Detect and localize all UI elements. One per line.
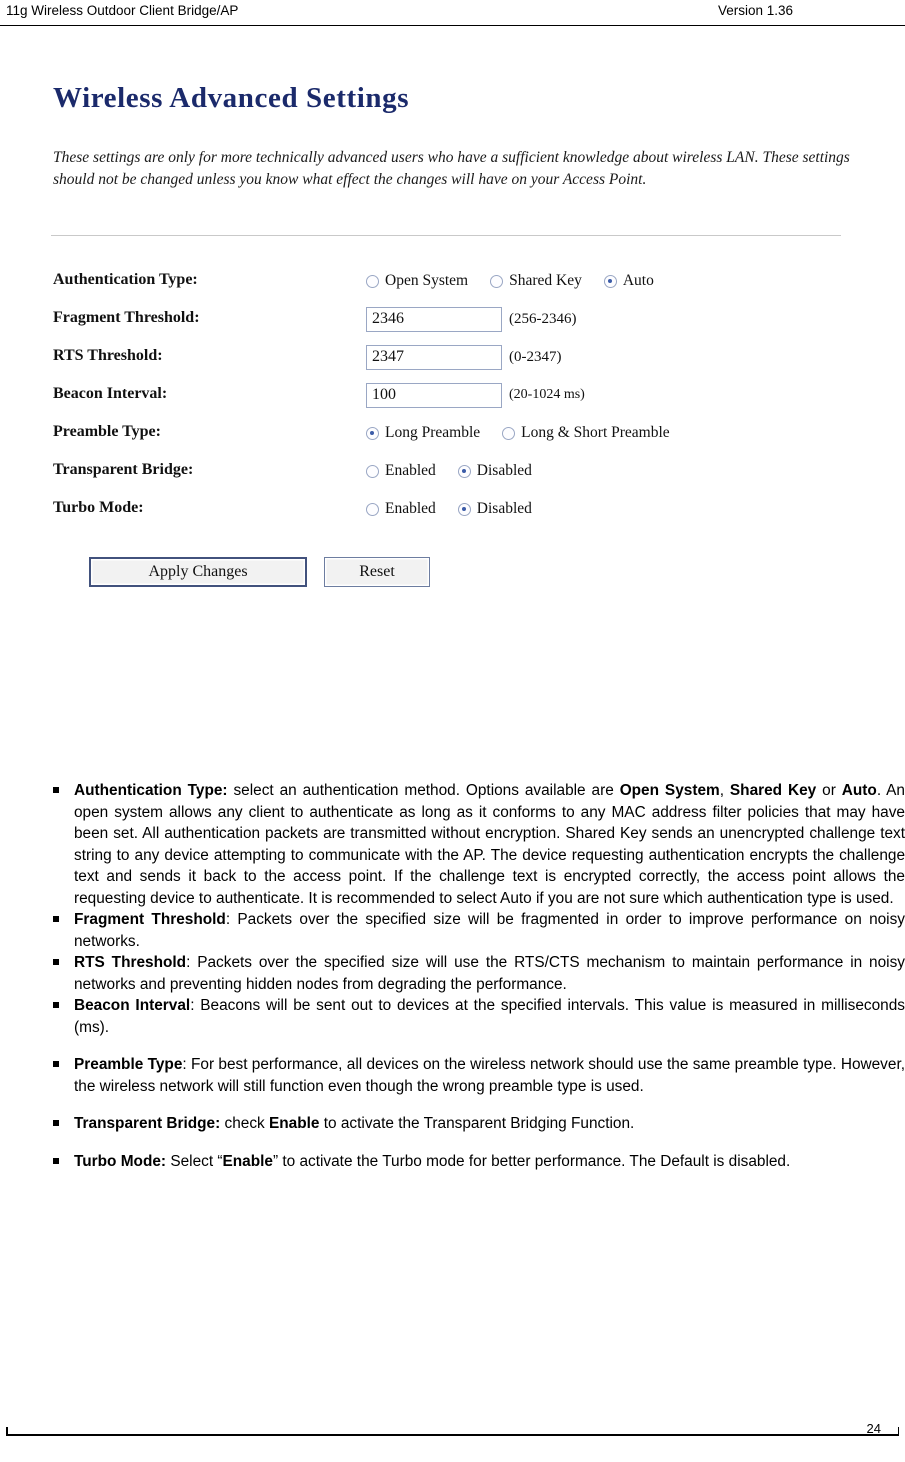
- beacon-interval-input[interactable]: [366, 382, 502, 408]
- radio-turbo-mode-enabled[interactable]: Enabled: [366, 500, 436, 518]
- radio-long-preamble-icon[interactable]: [366, 426, 379, 440]
- reset-button[interactable]: Reset: [324, 557, 430, 587]
- radio-long-short-preamble-icon[interactable]: [502, 426, 516, 440]
- page-title: Wireless Advanced Settings: [53, 82, 410, 114]
- turbo-mode-radio-group: Enabled Disabled: [366, 495, 554, 523]
- apply-changes-button[interactable]: Apply Changes: [89, 557, 307, 587]
- page-number: 24: [866, 1421, 881, 1436]
- radio-transparent-bridge-enabled[interactable]: Enabled: [366, 462, 436, 480]
- label-transparent-bridge: Transparent Bridge:: [53, 461, 194, 478]
- radio-turbo-mode-disabled-icon[interactable]: [457, 502, 471, 516]
- radio-auto-icon[interactable]: [603, 274, 617, 288]
- radio-transparent-bridge-enabled-label: Enabled: [385, 462, 436, 479]
- list-item: Preamble Type: For best performance, all…: [41, 1054, 905, 1097]
- list-item-text: Preamble Type: For best performance, all…: [74, 1056, 905, 1095]
- radio-auto-label: Auto: [622, 272, 654, 289]
- radio-shared-key-label: Shared Key: [509, 272, 582, 289]
- bullet-square-icon: [53, 1120, 59, 1126]
- radio-turbo-mode-enabled-label: Enabled: [385, 500, 436, 517]
- list-item-text: Beacon Interval: Beacons will be sent ou…: [74, 997, 905, 1036]
- label-rts-threshold: RTS Threshold:: [53, 347, 163, 364]
- label-turbo-mode: Turbo Mode:: [53, 499, 144, 516]
- list-item: Turbo Mode: Select “Enable” to activate …: [41, 1151, 905, 1173]
- rts-threshold-control: (0-2347): [366, 343, 562, 371]
- page-header: 11g Wireless Outdoor Client Bridge/AP Ve…: [0, 0, 905, 26]
- list-item: Authentication Type: select an authentic…: [41, 780, 905, 909]
- radio-turbo-mode-enabled-icon[interactable]: [366, 502, 379, 516]
- footer-rule: 24: [6, 1421, 899, 1436]
- row-beacon-interval: Beacon Interval: (20-1024 ms): [41, 381, 865, 419]
- list-item: Beacon Interval: Beacons will be sent ou…: [41, 995, 905, 1038]
- radio-long-preamble[interactable]: Long Preamble: [366, 424, 480, 442]
- radio-auto[interactable]: Auto: [603, 272, 654, 290]
- divider: [51, 235, 841, 236]
- wireless-advanced-settings-screenshot: Wireless Advanced Settings These setting…: [41, 52, 865, 712]
- label-authentication-type: Authentication Type:: [53, 271, 198, 288]
- row-rts-threshold: RTS Threshold: (0-2347): [41, 343, 865, 381]
- list-item-text: RTS Threshold: Packets over the specifie…: [74, 954, 905, 993]
- bullet-square-icon: [53, 1002, 59, 1008]
- bullet-square-icon: [53, 1157, 59, 1164]
- list-item-text: Authentication Type: select an authentic…: [74, 782, 905, 907]
- label-fragment-threshold: Fragment Threshold:: [53, 309, 200, 326]
- radio-transparent-bridge-disabled-icon[interactable]: [457, 464, 471, 478]
- fragment-threshold-hint: (256-2346): [509, 310, 577, 327]
- header-product-title: 11g Wireless Outdoor Client Bridge/AP: [6, 3, 239, 18]
- label-preamble-type: Preamble Type:: [53, 423, 161, 440]
- row-transparent-bridge: Transparent Bridge: Enabled Disabled: [41, 457, 865, 495]
- page-description: These settings are only for more technic…: [53, 149, 850, 188]
- list-item: RTS Threshold: Packets over the specifie…: [41, 952, 905, 995]
- fragment-threshold-input[interactable]: [366, 306, 502, 332]
- radio-transparent-bridge-disabled[interactable]: Disabled: [457, 462, 532, 480]
- radio-open-system-label: Open System: [385, 272, 469, 289]
- bullet-square-icon: [53, 787, 59, 793]
- bullet-square-icon: [53, 1061, 59, 1067]
- row-authentication-type: Authentication Type: Open System Shared …: [41, 267, 865, 305]
- preamble-type-radio-group: Long Preamble Long & Short Preamble: [366, 419, 692, 447]
- radio-turbo-mode-disabled[interactable]: Disabled: [457, 500, 532, 518]
- header-version: Version 1.36: [718, 3, 794, 18]
- authentication-type-radio-group: Open System Shared Key Auto: [366, 267, 676, 295]
- radio-long-short-preamble[interactable]: Long & Short Preamble: [502, 424, 670, 442]
- list-item-text: Transparent Bridge: check Enable to acti…: [74, 1115, 635, 1132]
- list-item-text: Fragment Threshold: Packets over the spe…: [74, 911, 905, 950]
- settings-form: Authentication Type: Open System Shared …: [41, 267, 865, 533]
- label-beacon-interval: Beacon Interval:: [53, 385, 168, 402]
- row-fragment-threshold: Fragment Threshold: (256-2346): [41, 305, 865, 343]
- beacon-interval-hint: (20-1024 ms): [509, 387, 585, 402]
- radio-transparent-bridge-disabled-label: Disabled: [476, 462, 532, 479]
- description-list: Authentication Type: select an authentic…: [41, 780, 905, 1172]
- list-item-text: Turbo Mode: Select “Enable” to activate …: [74, 1152, 791, 1170]
- list-item: Fragment Threshold: Packets over the spe…: [41, 909, 905, 952]
- rts-threshold-input[interactable]: [366, 344, 502, 370]
- radio-long-preamble-label: Long Preamble: [385, 424, 481, 441]
- beacon-interval-control: (20-1024 ms): [366, 381, 585, 409]
- row-turbo-mode: Turbo Mode: Enabled Disabled: [41, 495, 865, 533]
- page-footer: 24: [0, 1421, 905, 1462]
- rts-threshold-hint: (0-2347): [509, 348, 562, 365]
- list-item: Transparent Bridge: check Enable to acti…: [41, 1113, 905, 1135]
- bullet-square-icon: [53, 916, 59, 922]
- radio-transparent-bridge-enabled-icon[interactable]: [366, 464, 379, 478]
- radio-shared-key-icon[interactable]: [490, 274, 504, 288]
- radio-open-system-icon[interactable]: [366, 274, 379, 288]
- radio-turbo-mode-disabled-label: Disabled: [476, 500, 532, 517]
- radio-long-short-preamble-label: Long & Short Preamble: [521, 424, 670, 441]
- transparent-bridge-radio-group: Enabled Disabled: [366, 457, 554, 485]
- fragment-threshold-control: (256-2346): [366, 305, 577, 333]
- row-preamble-type: Preamble Type: Long Preamble Long & Shor…: [41, 419, 865, 457]
- radio-shared-key[interactable]: Shared Key: [490, 272, 582, 290]
- bullet-square-icon: [53, 959, 59, 965]
- radio-open-system[interactable]: Open System: [366, 272, 468, 290]
